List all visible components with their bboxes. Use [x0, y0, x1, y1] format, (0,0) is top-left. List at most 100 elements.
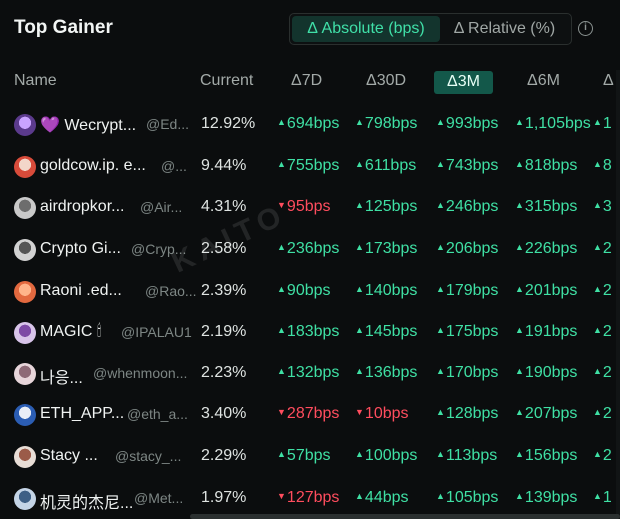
delta-cell-d3m: ▲175bps	[436, 323, 498, 341]
user-name[interactable]: Crypto Gi...	[40, 240, 121, 258]
user-handle[interactable]: @Rao...	[145, 283, 197, 299]
horizontal-scrollbar[interactable]	[190, 514, 620, 519]
delta-cell-d3m: ▲105bps	[436, 489, 498, 507]
avatar	[14, 239, 36, 261]
delta-value: 315bps	[524, 198, 578, 215]
user-handle[interactable]: @eth_a...	[127, 406, 188, 422]
delta-value: 175bps	[445, 323, 499, 340]
delta-value: 798bps	[364, 115, 418, 132]
delta-value: 190bps	[524, 364, 578, 381]
info-icon[interactable]: i	[578, 21, 593, 36]
user-name[interactable]: Raoni .ed...	[40, 282, 122, 300]
up-arrow-icon: ▲	[277, 284, 286, 294]
up-arrow-icon: ▲	[593, 491, 602, 501]
delta-value: 10bps	[364, 405, 409, 422]
header-d7[interactable]: Δ7D	[291, 72, 322, 92]
delta-cell-d30: ▲100bps	[355, 447, 417, 465]
up-arrow-icon: ▲	[515, 242, 524, 252]
down-arrow-icon: ▼	[277, 200, 286, 210]
table-row[interactable]: Crypto Gi... @Cryp... 2.58% ▲236bps ▲173bps ▲…	[0, 229, 620, 269]
delta-cell-d7: ▼127bps	[277, 489, 339, 507]
delta-value: 191bps	[524, 323, 578, 340]
delta-value: 100bps	[364, 447, 418, 464]
up-arrow-icon: ▲	[436, 159, 445, 169]
user-name[interactable]: goldcow.ip. e...	[40, 157, 146, 175]
up-arrow-icon: ▲	[436, 449, 445, 459]
user-name[interactable]: 💜 Wecrypt...	[40, 115, 136, 135]
avatar	[14, 197, 36, 219]
up-arrow-icon: ▲	[277, 159, 286, 169]
user-handle[interactable]: @Air...	[140, 199, 182, 215]
header-name[interactable]: Name	[14, 72, 57, 92]
table-row[interactable]: 💜 Wecrypt... @Ed... 12.92% ▲694bps ▲798bps ▲9…	[0, 104, 620, 144]
up-arrow-icon: ▲	[355, 117, 364, 127]
avatar	[14, 156, 36, 178]
delta-value: 226bps	[524, 240, 578, 257]
up-arrow-icon: ▲	[436, 407, 445, 417]
avatar	[14, 281, 36, 303]
up-arrow-icon: ▲	[593, 366, 602, 376]
delta-cell-d3m: ▲993bps	[436, 115, 498, 133]
table-row[interactable]: ETH_APP... @eth_a... 3.40% ▼287bps ▼10bps ▲12…	[0, 394, 620, 434]
up-arrow-icon: ▲	[355, 284, 364, 294]
delta-cell-d6m: ▲201bps	[515, 282, 577, 300]
user-name[interactable]: 机灵的杰尼...	[40, 489, 133, 513]
user-handle[interactable]: @whenmoon...	[93, 365, 187, 381]
header-d6m[interactable]: Δ6M	[527, 72, 560, 92]
delta-cell-d7: ▲57bps	[277, 447, 331, 465]
table-row[interactable]: airdropkor... @Air... 4.31% ▼95bps ▲125bps ▲2…	[0, 187, 620, 227]
delta-cell-d12m: ▲2	[593, 405, 612, 423]
delta-value: 105bps	[445, 489, 499, 506]
table-row[interactable]: MAGIC 🕯 @IPALAU1 2.19% ▲183bps ▲145bps ▲175bp…	[0, 312, 620, 352]
delta-value: 132bps	[286, 364, 340, 381]
delta-cell-d3m: ▲128bps	[436, 405, 498, 423]
delta-cell-d12m: ▲1	[593, 489, 612, 507]
down-arrow-icon: ▼	[277, 491, 286, 501]
user-handle[interactable]: @...	[161, 158, 187, 174]
table-row[interactable]: Raoni .ed... @Rao... 2.39% ▲90bps ▲140bps ▲17…	[0, 271, 620, 311]
delta-value: 993bps	[445, 115, 499, 132]
delta-value: 173bps	[364, 240, 418, 257]
delta-value: 2	[602, 364, 612, 381]
delta-cell-d6m: ▲818bps	[515, 157, 577, 175]
delta-cell-d30: ▲136bps	[355, 364, 417, 382]
delta-value: 8	[602, 157, 612, 174]
user-name[interactable]: MAGIC 🕯	[40, 323, 101, 341]
user-handle[interactable]: @IPALAU1	[121, 324, 192, 340]
delta-cell-d30: ▲125bps	[355, 198, 417, 216]
table-row[interactable]: 나응... @whenmoon... 2.23% ▲132bps ▲136bps ▲170…	[0, 353, 620, 393]
table-row[interactable]: Stacy ... @stacy_... 2.29% ▲57bps ▲100bps ▲11…	[0, 436, 620, 476]
up-arrow-icon: ▲	[355, 366, 364, 376]
up-arrow-icon: ▲	[593, 242, 602, 252]
user-handle[interactable]: @Met...	[134, 490, 183, 506]
user-handle[interactable]: @Ed...	[146, 116, 189, 132]
delta-cell-d6m: ▲190bps	[515, 364, 577, 382]
header-d30[interactable]: Δ30D	[366, 72, 406, 92]
header-d3m[interactable]: Δ3M	[434, 71, 493, 94]
delta-value: 156bps	[524, 447, 578, 464]
delta-value: 90bps	[286, 282, 331, 299]
user-name[interactable]: ETH_APP...	[40, 405, 124, 423]
user-name[interactable]: 나응...	[40, 364, 83, 388]
delta-cell-d30: ▼10bps	[355, 405, 409, 423]
delta-cell-d30: ▲798bps	[355, 115, 417, 133]
vertical-scrollbar[interactable]	[616, 70, 620, 519]
up-arrow-icon: ▲	[436, 366, 445, 376]
table-row[interactable]: goldcow.ip. e... @... 9.44% ▲755bps ▲611bps ▲…	[0, 146, 620, 186]
up-arrow-icon: ▲	[515, 407, 524, 417]
delta-value: 611bps	[364, 157, 417, 174]
avatar	[14, 322, 36, 344]
up-arrow-icon: ▲	[515, 366, 524, 376]
delta-value: 95bps	[286, 198, 331, 215]
user-name[interactable]: airdropkor...	[40, 198, 124, 216]
absolute-toggle-button[interactable]: Δ Absolute (bps)	[292, 16, 440, 42]
up-arrow-icon: ▲	[277, 242, 286, 252]
user-name[interactable]: Stacy ...	[40, 447, 98, 465]
table-row[interactable]: 机灵的杰尼... @Met... 1.97% ▼127bps ▲44bps ▲105bps…	[0, 478, 620, 518]
user-handle[interactable]: @stacy_...	[115, 448, 181, 464]
user-handle[interactable]: @Cryp...	[131, 241, 186, 257]
header-current[interactable]: Current	[200, 72, 253, 92]
relative-toggle-button[interactable]: Δ Relative (%)	[440, 16, 569, 42]
up-arrow-icon: ▲	[277, 325, 286, 335]
header-d12m[interactable]: Δ	[603, 72, 614, 92]
